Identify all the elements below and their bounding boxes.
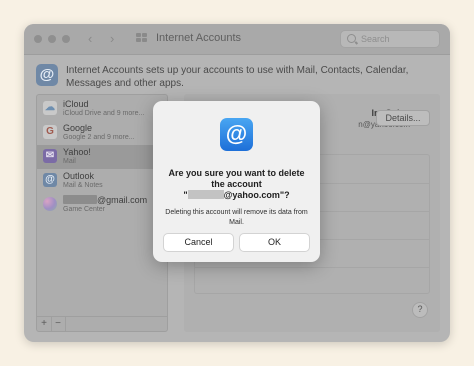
game-center-icon xyxy=(43,197,57,211)
show-all-grid-icon[interactable] xyxy=(136,33,148,43)
yahoo-icon: ✉ xyxy=(43,149,57,163)
outlook-icon: @ xyxy=(43,173,57,187)
search-placeholder: Search xyxy=(361,34,390,44)
header-description: Internet Accounts sets up your accounts … xyxy=(66,65,409,89)
title-bar: ‹ › Internet Accounts Search xyxy=(24,24,450,55)
google-icon: G xyxy=(43,125,57,139)
zoom-window-button[interactable] xyxy=(62,35,70,43)
search-field[interactable]: Search xyxy=(340,30,440,48)
account-item-yahoo[interactable]: ✉ Yahoo! Mail xyxy=(37,145,167,169)
icloud-icon: ☁ xyxy=(43,101,57,115)
at-sign-icon: @ xyxy=(36,64,58,86)
account-item-icloud[interactable]: ☁ iCloud iCloud Drive and 9 more... xyxy=(37,97,167,121)
account-item-outlook[interactable]: @ Outlook Mail & Notes xyxy=(37,169,167,193)
dialog-title: Are you sure you want to delete the acco… xyxy=(168,168,305,200)
accounts-sidebar: ☁ iCloud iCloud Drive and 9 more... G Go… xyxy=(36,94,168,332)
sidebar-footer: + − xyxy=(37,316,167,331)
dialog-message: Deleting this account will remove its da… xyxy=(165,209,308,226)
help-button[interactable]: ? xyxy=(412,302,428,318)
minimize-window-button[interactable] xyxy=(48,35,56,43)
redacted-block xyxy=(63,195,97,204)
add-account-button[interactable]: + xyxy=(37,317,52,331)
ok-button[interactable]: OK xyxy=(239,233,310,252)
details-button[interactable]: Details... xyxy=(376,110,430,126)
back-icon[interactable]: ‹ xyxy=(88,31,92,46)
search-icon xyxy=(347,34,356,43)
remove-account-button[interactable]: − xyxy=(51,317,66,331)
forward-icon[interactable]: › xyxy=(110,31,114,46)
cancel-button[interactable]: Cancel xyxy=(163,233,234,252)
internet-accounts-at-icon: @ xyxy=(220,118,253,151)
account-item-game-center[interactable]: @gmail.com Game Center xyxy=(37,193,167,217)
account-item-google[interactable]: G Google Google 2 and 9 more... xyxy=(37,121,167,145)
delete-account-dialog: @ Are you sure you want to delete the ac… xyxy=(153,101,320,262)
close-window-button[interactable] xyxy=(34,35,42,43)
window-title: Internet Accounts xyxy=(156,32,241,44)
redacted-block xyxy=(187,190,224,199)
